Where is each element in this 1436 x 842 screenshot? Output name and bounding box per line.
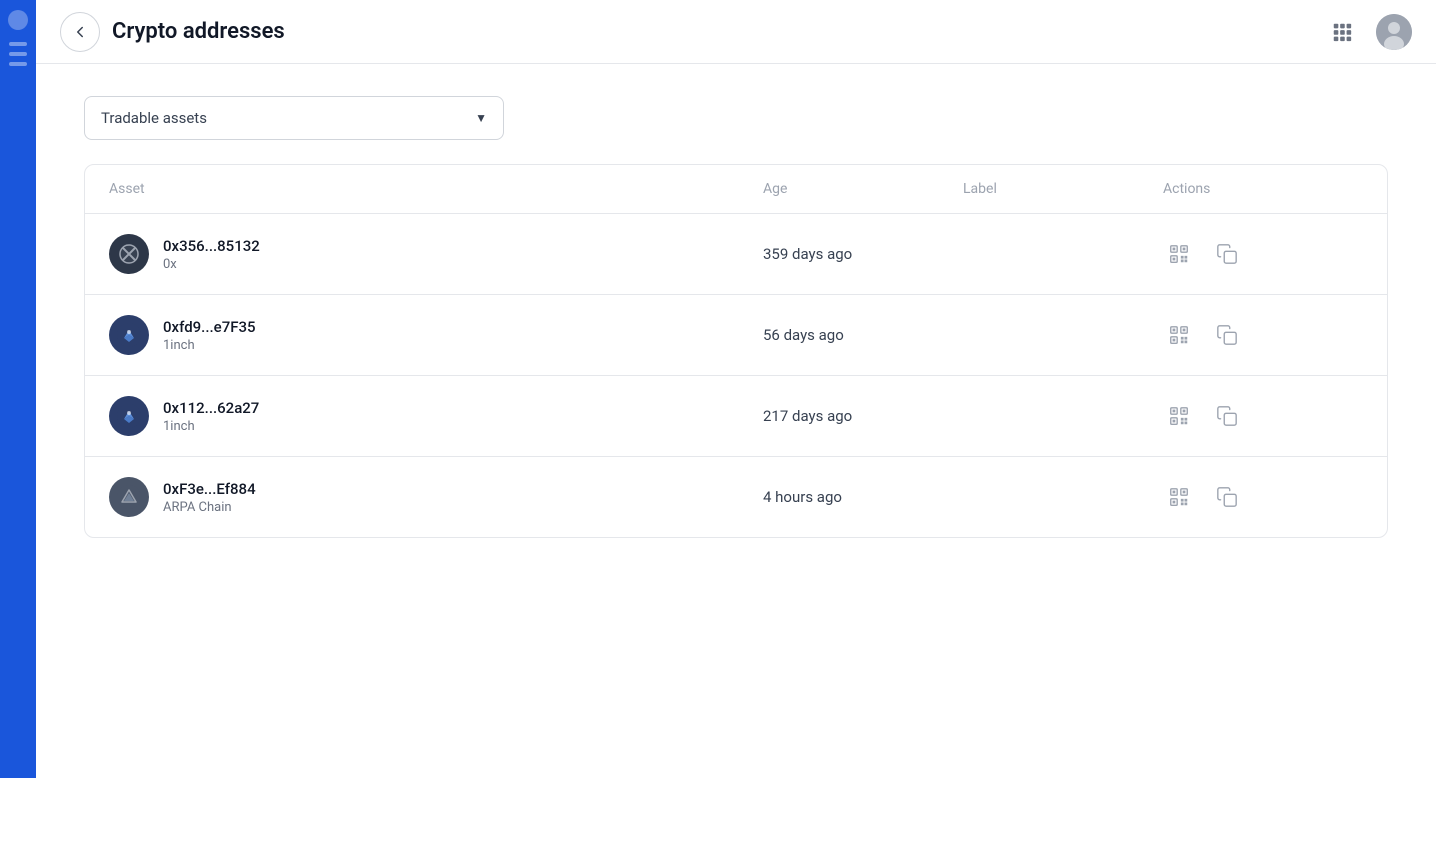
header-left: Crypto addresses (60, 12, 285, 52)
table-header: Asset Age Label Actions (85, 165, 1387, 214)
asset-info-2: 0xfd9...e7F35 1inch (163, 318, 256, 353)
asset-name-1: 0x (163, 257, 260, 272)
qr-code-button-3[interactable] (1163, 400, 1195, 432)
chevron-down-icon: ▼ (475, 111, 487, 125)
asset-address-3: 0x112...62a27 (163, 399, 259, 417)
asset-address-4: 0xF3e...Ef884 (163, 480, 256, 498)
qr-code-button-4[interactable] (1163, 481, 1195, 513)
asset-address-1: 0x356...85132 (163, 237, 260, 255)
qr-code-button-1[interactable] (1163, 238, 1195, 270)
dropdown-container: Tradable assets ▼ (84, 96, 1388, 140)
asset-name-3: 1inch (163, 419, 259, 434)
back-button[interactable] (60, 12, 100, 52)
grid-icon[interactable] (1324, 14, 1360, 50)
actions-cell-3 (1163, 400, 1363, 432)
header-right (1324, 14, 1412, 50)
age-cell-2: 56 days ago (763, 326, 963, 344)
copy-button-4[interactable] (1211, 481, 1243, 513)
actions-cell-2 (1163, 319, 1363, 351)
copy-button-1[interactable] (1211, 238, 1243, 270)
actions-cell-1 (1163, 238, 1363, 270)
copy-button-2[interactable] (1211, 319, 1243, 351)
actions-cell-4 (1163, 481, 1363, 513)
asset-address-2: 0xfd9...e7F35 (163, 318, 256, 336)
col-header-actions: Actions (1163, 181, 1363, 197)
asset-info-1: 0x356...85132 0x (163, 237, 260, 272)
table-row: 0xF3e...Ef884 ARPA Chain 4 hours ago (85, 457, 1387, 537)
asset-icon-2 (109, 315, 149, 355)
header: Crypto addresses (36, 0, 1436, 64)
age-cell-4: 4 hours ago (763, 488, 963, 506)
asset-icon-1 (109, 234, 149, 274)
asset-cell-1: 0x356...85132 0x (109, 234, 763, 274)
qr-code-button-2[interactable] (1163, 319, 1195, 351)
col-header-asset: Asset (109, 181, 763, 197)
col-header-label: Label (963, 181, 1163, 197)
table-row: 0xfd9...e7F35 1inch 56 days ago (85, 295, 1387, 376)
sidebar-nav-item-3 (9, 62, 27, 66)
main-content: Tradable assets ▼ Asset Age Label Action… (36, 64, 1436, 570)
table-row: 0x112...62a27 1inch 217 days ago (85, 376, 1387, 457)
sidebar-nav-item-2 (9, 52, 27, 56)
addresses-table: Asset Age Label Actions 0x356...85132 (84, 164, 1388, 538)
asset-cell-2: 0xfd9...e7F35 1inch (109, 315, 763, 355)
sidebar-logo (8, 10, 28, 30)
table-row: 0x356...85132 0x 359 days ago (85, 214, 1387, 295)
copy-button-3[interactable] (1211, 400, 1243, 432)
asset-info-4: 0xF3e...Ef884 ARPA Chain (163, 480, 256, 515)
asset-name-4: ARPA Chain (163, 500, 256, 515)
dropdown-label: Tradable assets (101, 109, 207, 127)
page-title: Crypto addresses (112, 19, 285, 44)
sidebar-nav-item-1 (9, 42, 27, 46)
age-cell-3: 217 days ago (763, 407, 963, 425)
age-cell-1: 359 days ago (763, 245, 963, 263)
avatar[interactable] (1376, 14, 1412, 50)
sidebar (0, 0, 36, 778)
asset-filter-dropdown[interactable]: Tradable assets ▼ (84, 96, 504, 140)
asset-name-2: 1inch (163, 338, 256, 353)
asset-info-3: 0x112...62a27 1inch (163, 399, 259, 434)
col-header-age: Age (763, 181, 963, 197)
asset-icon-4 (109, 477, 149, 517)
asset-cell-3: 0x112...62a27 1inch (109, 396, 763, 436)
asset-cell-4: 0xF3e...Ef884 ARPA Chain (109, 477, 763, 517)
asset-icon-3 (109, 396, 149, 436)
